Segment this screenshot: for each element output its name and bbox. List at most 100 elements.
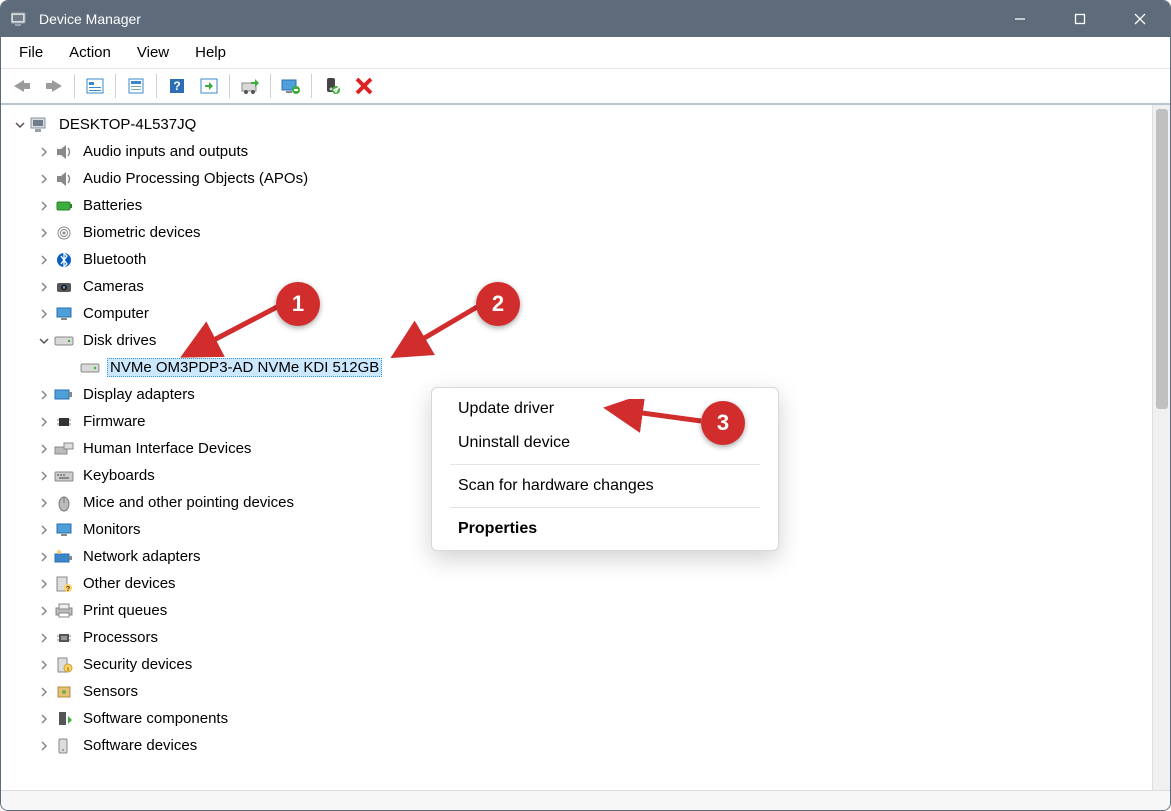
- ctx-scan-hardware[interactable]: Scan for hardware changes: [432, 469, 778, 503]
- speaker-icon: [53, 142, 75, 162]
- tree-item-label: Disk drives: [81, 332, 158, 349]
- toolbar-separator: [270, 74, 271, 98]
- maximize-button[interactable]: [1050, 1, 1110, 37]
- expand-icon[interactable]: [35, 251, 53, 269]
- toolbar-separator: [156, 74, 157, 98]
- tree-root[interactable]: DESKTOP-4L537JQ: [5, 111, 1152, 138]
- menu-action[interactable]: Action: [57, 40, 123, 65]
- tree-item-label: Monitors: [81, 521, 143, 538]
- disk-drive-icon: [79, 358, 101, 378]
- collapse-icon[interactable]: [11, 116, 29, 134]
- tree-item-computer[interactable]: Computer: [5, 300, 1152, 327]
- update-driver-button[interactable]: [235, 72, 265, 100]
- tree-item-security[interactable]: Security devices: [5, 651, 1152, 678]
- annotation-badge-3: 3: [701, 401, 745, 445]
- close-button[interactable]: [1110, 1, 1170, 37]
- tree-item-print-queues[interactable]: Print queues: [5, 597, 1152, 624]
- expand-icon[interactable]: [35, 683, 53, 701]
- printer-icon: [53, 601, 75, 621]
- tree-item-biometric[interactable]: Biometric devices: [5, 219, 1152, 246]
- tree-item-processors[interactable]: Processors: [5, 624, 1152, 651]
- tree-item-software-components[interactable]: Software components: [5, 705, 1152, 732]
- expand-icon[interactable]: [35, 548, 53, 566]
- scan-hardware-button[interactable]: [194, 72, 224, 100]
- toolbar: ?: [1, 69, 1170, 105]
- tree-item-label: Network adapters: [81, 548, 203, 565]
- expand-icon[interactable]: [35, 575, 53, 593]
- expand-icon[interactable]: [35, 305, 53, 323]
- mouse-icon: [53, 493, 75, 513]
- minimize-button[interactable]: [990, 1, 1050, 37]
- window-controls: [990, 1, 1170, 37]
- expand-spacer: [61, 359, 79, 377]
- help-button[interactable]: ?: [162, 72, 192, 100]
- tree-item-label: Processors: [81, 629, 160, 646]
- bluetooth-icon: [53, 250, 75, 270]
- tree-item-label: Software devices: [81, 737, 199, 754]
- software-device-icon: [53, 736, 75, 756]
- expand-icon[interactable]: [35, 494, 53, 512]
- tree-item-label: Display adapters: [81, 386, 197, 403]
- tree-item-label: Software components: [81, 710, 230, 727]
- tree-item-apo[interactable]: Audio Processing Objects (APOs): [5, 165, 1152, 192]
- expand-icon[interactable]: [35, 629, 53, 647]
- menu-help[interactable]: Help: [183, 40, 238, 65]
- tree-item-label: Other devices: [81, 575, 178, 592]
- expand-icon[interactable]: [35, 521, 53, 539]
- tree-item-batteries[interactable]: Batteries: [5, 192, 1152, 219]
- tree-item-software-devices[interactable]: Software devices: [5, 732, 1152, 759]
- expand-icon[interactable]: [35, 710, 53, 728]
- tree-item-label: Sensors: [81, 683, 140, 700]
- enable-device-button[interactable]: [317, 72, 347, 100]
- vertical-scrollbar[interactable]: [1152, 105, 1170, 790]
- expand-icon[interactable]: [35, 386, 53, 404]
- window-title: Device Manager: [39, 11, 141, 27]
- expand-icon[interactable]: [35, 440, 53, 458]
- tree-item-label: Firmware: [81, 413, 148, 430]
- nav-back-button[interactable]: [7, 72, 37, 100]
- expand-icon[interactable]: [35, 602, 53, 620]
- cpu-icon: [53, 628, 75, 648]
- expand-icon[interactable]: [35, 737, 53, 755]
- tree-item-label: Computer: [81, 305, 151, 322]
- display-adapter-icon: [53, 385, 75, 405]
- annotation-badge-1: 1: [276, 282, 320, 326]
- tree-item-sensors[interactable]: Sensors: [5, 678, 1152, 705]
- toolbar-separator: [74, 74, 75, 98]
- tree-item-other-devices[interactable]: ? Other devices: [5, 570, 1152, 597]
- tree-item-nvme-disk[interactable]: NVMe OM3PDP3-AD NVMe KDI 512GB: [5, 354, 1152, 381]
- toolbar-separator: [311, 74, 312, 98]
- ctx-properties[interactable]: Properties: [432, 512, 778, 546]
- hid-icon: [53, 439, 75, 459]
- svg-text:?: ?: [173, 79, 180, 93]
- expand-icon[interactable]: [35, 413, 53, 431]
- statusbar: [1, 790, 1170, 810]
- nav-forward-button[interactable]: [39, 72, 69, 100]
- tree-item-label: Audio inputs and outputs: [81, 143, 250, 160]
- tree-item-disk-drives[interactable]: Disk drives: [5, 327, 1152, 354]
- expand-icon[interactable]: [35, 467, 53, 485]
- tree-item-label: Biometric devices: [81, 224, 203, 241]
- show-hidden-button[interactable]: [80, 72, 110, 100]
- device-manager-icon: [11, 10, 29, 28]
- expand-icon[interactable]: [35, 170, 53, 188]
- expand-icon[interactable]: [35, 143, 53, 161]
- tree-item-label: Human Interface Devices: [81, 440, 253, 457]
- tree-item-label: Bluetooth: [81, 251, 148, 268]
- menu-view[interactable]: View: [125, 40, 181, 65]
- collapse-icon[interactable]: [35, 332, 53, 350]
- menu-file[interactable]: File: [7, 40, 55, 65]
- expand-icon[interactable]: [35, 224, 53, 242]
- expand-icon[interactable]: [35, 656, 53, 674]
- scrollbar-thumb[interactable]: [1156, 109, 1168, 409]
- expand-icon[interactable]: [35, 197, 53, 215]
- properties-button[interactable]: [121, 72, 151, 100]
- disable-device-button[interactable]: [349, 72, 379, 100]
- computer-icon: [29, 115, 51, 135]
- tree-item-audio-io[interactable]: Audio inputs and outputs: [5, 138, 1152, 165]
- uninstall-device-button[interactable]: [276, 72, 306, 100]
- svg-text:?: ?: [66, 586, 70, 593]
- tree-item-bluetooth[interactable]: Bluetooth: [5, 246, 1152, 273]
- tree-item-cameras[interactable]: Cameras: [5, 273, 1152, 300]
- expand-icon[interactable]: [35, 278, 53, 296]
